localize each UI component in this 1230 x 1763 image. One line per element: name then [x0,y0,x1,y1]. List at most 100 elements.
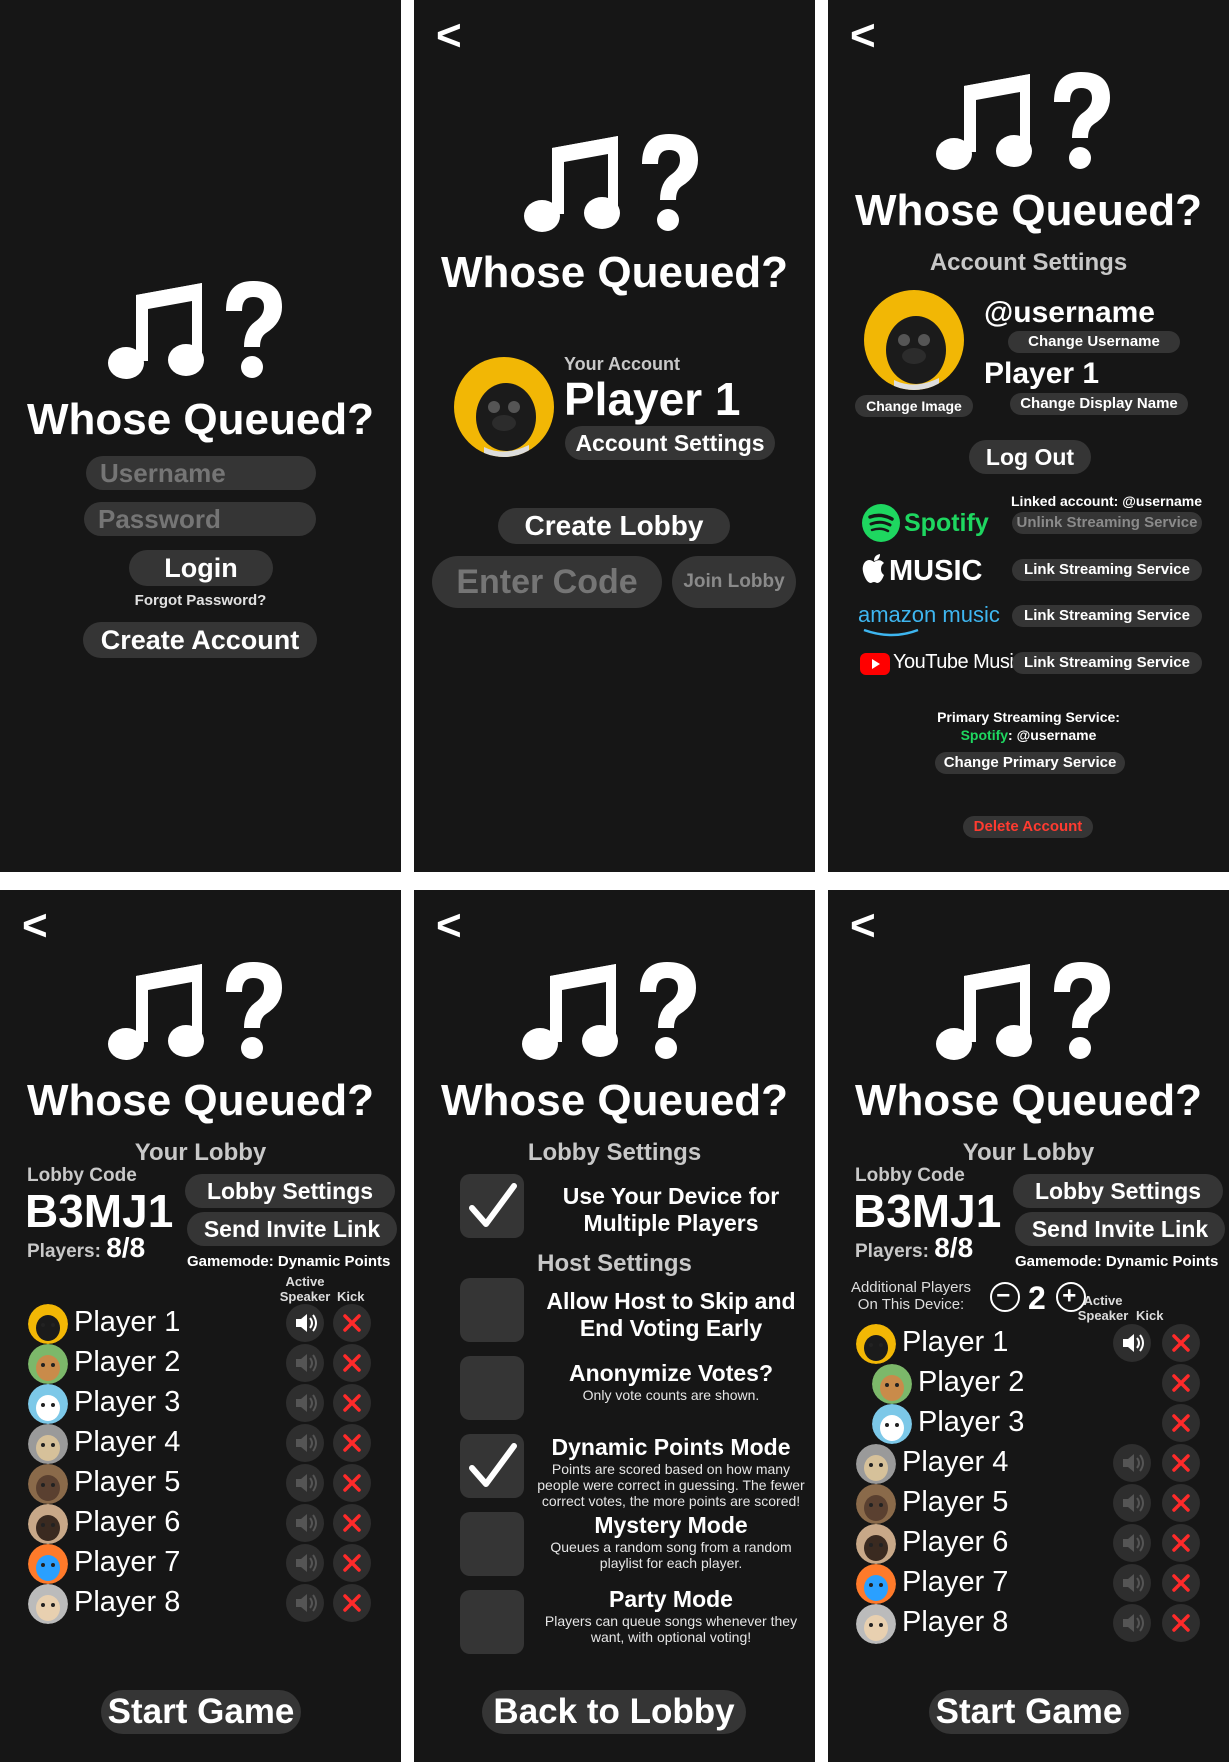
player-name: Player 2 [74,1346,181,1378]
enter-code-field[interactable] [432,556,662,608]
linked-account-label: Linked account: @username [1011,493,1203,509]
device-multiple-players-checkbox[interactable] [460,1174,524,1238]
active-speaker-icon[interactable] [1113,1324,1151,1362]
active-speaker-icon[interactable] [1113,1484,1151,1522]
player-name: Player 4 [902,1446,1009,1478]
player-list: Player 1 Player 2 Player 3 Player 4 Player 5… [828,1324,1229,1684]
checkmark-icon [469,1443,517,1487]
app-title: Whose Queued? [854,186,1203,235]
kick-icon[interactable] [333,1464,371,1502]
option-checkbox[interactable] [460,1434,524,1498]
active-speaker-icon[interactable] [1113,1564,1151,1602]
kick-header: Kick [1136,1308,1164,1323]
player-name: Player 6 [902,1526,1009,1558]
password-field[interactable] [84,502,316,536]
option-title: Allow Host to Skip and End Voting Early [546,1288,796,1341]
active-speaker-icon[interactable] [286,1584,324,1622]
device-multiple-players-option: Use Your Device for Multiple Players [530,1183,812,1237]
amazon-smile-icon [863,628,919,637]
player-name: Player 1 [74,1306,181,1338]
login-button[interactable]: Login [129,550,273,586]
kick-icon[interactable] [1162,1484,1200,1522]
forgot-password-link[interactable]: Forgot Password? [0,592,401,609]
kick-icon[interactable] [333,1544,371,1582]
send-invite-link-button[interactable]: Send Invite Link [187,1212,397,1246]
player-avatar [28,1424,68,1464]
your-lobby-heading: Your Lobby [962,1139,1095,1166]
player-name: Player 6 [74,1506,181,1538]
apple-music-logo: MUSIC [861,551,991,591]
players-count: 8/8 [934,1232,974,1263]
start-game-button[interactable]: Start Game [929,1690,1129,1734]
additional-players-count: 2 [1028,1280,1046,1316]
music-note-logo-icon [522,962,696,1060]
link-amazon-music-button[interactable]: Link Streaming Service [1012,605,1202,627]
active-speaker-icon[interactable] [286,1504,324,1542]
kick-icon[interactable] [1162,1404,1200,1442]
gamemode-label: Gamemode: Dynamic Points [1015,1253,1219,1270]
link-youtube-music-button[interactable]: Link Streaming Service [1012,652,1202,674]
kick-icon[interactable] [333,1584,371,1622]
kick-icon[interactable] [1162,1524,1200,1562]
kick-icon[interactable] [1162,1564,1200,1602]
active-speaker-icon[interactable] [1113,1524,1151,1562]
change-display-name-button[interactable]: Change Display Name [1010,393,1188,415]
back-button[interactable]: < [436,14,462,58]
kick-icon[interactable] [333,1424,371,1462]
option-text: Anonymize Votes? Only vote counts are sho… [530,1360,812,1403]
active-speaker-icon[interactable] [286,1344,324,1382]
active-speaker-icon[interactable] [1113,1444,1151,1482]
primary-service-name: Spotify [960,727,1009,743]
join-lobby-button[interactable]: Join Lobby [672,556,796,608]
back-button[interactable]: < [22,904,48,948]
gamemode-label: Gamemode: Dynamic Points [187,1253,391,1270]
send-invite-link-button[interactable]: Send Invite Link [1015,1212,1225,1246]
create-lobby-button[interactable]: Create Lobby [498,508,730,544]
active-speaker-icon[interactable] [286,1464,324,1502]
log-out-button[interactable]: Log Out [969,440,1091,474]
active-speaker-header: Active Speaker [279,1274,331,1304]
kick-icon[interactable] [333,1384,371,1422]
active-speaker-icon[interactable] [286,1384,324,1422]
back-button[interactable]: < [850,14,876,58]
player-avatar [856,1604,896,1644]
unlink-spotify-button[interactable]: Unlink Streaming Service [1012,512,1202,534]
active-speaker-icon[interactable] [286,1304,324,1342]
kick-icon[interactable] [333,1504,371,1542]
delete-account-button[interactable]: Delete Account [963,816,1093,838]
back-button[interactable]: < [850,904,876,948]
player-avatar [28,1504,68,1544]
minus-button[interactable] [990,1282,1020,1312]
lobby-settings-button[interactable]: Lobby Settings [185,1174,395,1208]
active-speaker-icon[interactable] [286,1544,324,1582]
spotify-icon [862,504,900,542]
additional-players-label: Additional Players On This Device: [850,1279,972,1313]
option-checkbox[interactable] [460,1512,524,1576]
lobby-settings-button[interactable]: Lobby Settings [1013,1174,1223,1208]
lobby-settings-screen: < Whose Queued? Lobby Settings Use Your … [414,890,815,1762]
kick-icon[interactable] [333,1304,371,1342]
kick-icon[interactable] [1162,1444,1200,1482]
start-game-button[interactable]: Start Game [101,1690,301,1734]
link-apple-music-button[interactable]: Link Streaming Service [1012,559,1202,581]
create-account-button[interactable]: Create Account [83,622,317,658]
option-checkbox[interactable] [460,1590,524,1654]
apple-icon [862,554,884,583]
option-checkbox[interactable] [460,1356,524,1420]
kick-icon[interactable] [1162,1604,1200,1642]
back-button[interactable]: < [436,904,462,948]
back-to-lobby-button[interactable]: Back to Lobby [482,1690,746,1734]
username-field[interactable] [86,456,316,490]
change-image-button[interactable]: Change Image [855,395,973,417]
active-speaker-icon[interactable] [286,1424,324,1462]
player-row: Player 7 [828,1564,1229,1609]
kick-icon[interactable] [1162,1364,1200,1402]
player-name: Player 4 [74,1426,181,1458]
active-speaker-icon[interactable] [1113,1604,1151,1642]
kick-icon[interactable] [1162,1324,1200,1362]
change-username-button[interactable]: Change Username [1008,331,1180,353]
option-checkbox[interactable] [460,1278,524,1342]
kick-icon[interactable] [333,1344,371,1382]
change-primary-service-button[interactable]: Change Primary Service [935,752,1125,774]
account-settings-button[interactable]: Account Settings [565,426,775,460]
